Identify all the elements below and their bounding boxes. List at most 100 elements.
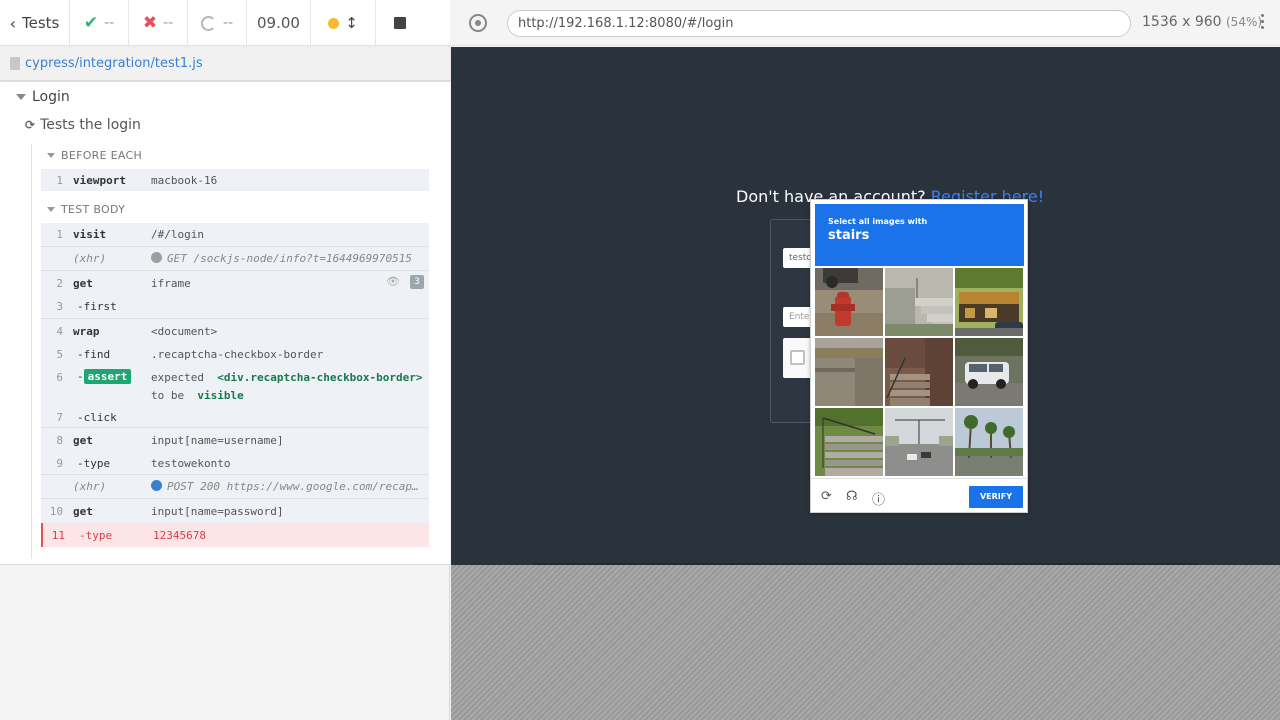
command-message: input[name=password] bbox=[151, 505, 284, 518]
command-number: 9 bbox=[56, 457, 63, 470]
chevron-left-icon: ‹ bbox=[9, 13, 17, 33]
xhr-message: POST 200 https://www.google.com/recap… bbox=[167, 480, 419, 493]
assert-command[interactable]: - assert bbox=[77, 369, 132, 384]
command-name: viewport bbox=[73, 174, 126, 187]
element-count-badge: 3 bbox=[410, 275, 424, 289]
refresh-icon: ⟳ bbox=[25, 118, 36, 132]
command-message: 12345678 bbox=[153, 529, 206, 542]
running-indicator-icon bbox=[328, 17, 340, 29]
assert-text: to be bbox=[151, 389, 185, 402]
x-icon: ✖ bbox=[142, 13, 158, 33]
spec-file-bar: cypress/integration/test1.js bbox=[0, 47, 450, 81]
xhr-pending-icon bbox=[151, 252, 162, 263]
command-number: 3 bbox=[56, 300, 63, 313]
command-name[interactable]: get bbox=[73, 434, 93, 447]
captcha-tile-stairs[interactable] bbox=[815, 408, 883, 476]
tests-back-button[interactable]: ‹ Tests bbox=[0, 0, 70, 46]
auto-scroll-icon[interactable]: ↕ bbox=[345, 14, 358, 32]
caret-down-icon bbox=[47, 207, 55, 212]
challenge-instruction: Select all images with bbox=[828, 217, 928, 226]
xhr-message: GET /sockjs-node/info?t=1644969970515 bbox=[167, 252, 413, 265]
command-group: 4 wrap <document> 5 -find .recaptcha-che… bbox=[41, 319, 429, 428]
recaptcha-checkbox[interactable] bbox=[790, 350, 805, 365]
captcha-tile-road[interactable] bbox=[815, 338, 883, 406]
command-name: -type bbox=[79, 529, 113, 542]
suite-title-row[interactable]: Login bbox=[16, 89, 70, 105]
passed-stat: ✔ -- bbox=[70, 0, 129, 46]
command-row[interactable]: 1 visit /#/login bbox=[41, 223, 429, 247]
test-body-hook-title[interactable]: TEST BODY bbox=[47, 203, 125, 216]
failed-command-row[interactable]: 11 -type 12345678 bbox=[41, 523, 429, 547]
command-number: 6 bbox=[56, 371, 63, 384]
app-under-test-panel: http://192.168.1.12:8080/#/login 1536 x … bbox=[451, 0, 1280, 720]
command-message: macbook-16 bbox=[151, 174, 218, 187]
headphones-icon[interactable]: ☊ bbox=[846, 489, 858, 504]
command-number: 10 bbox=[49, 505, 63, 518]
command-name: visit bbox=[73, 228, 107, 241]
command-name[interactable]: -type bbox=[77, 457, 110, 470]
viewport-zoom: (54%) bbox=[1226, 15, 1263, 29]
command-name[interactable]: -first bbox=[77, 300, 117, 313]
reporter-panel: ‹ Tests ✔ -- ✖ -- -- 09.00 ↕ cypress/int… bbox=[0, 0, 450, 720]
assert-badge: assert bbox=[83, 369, 132, 384]
selector-playground-icon[interactable] bbox=[469, 14, 487, 32]
command-number: 7 bbox=[56, 411, 63, 424]
stop-button[interactable] bbox=[376, 0, 423, 46]
recaptcha-challenge: Select all images with stairs ⟳ ☊ ⓘ VERI… bbox=[810, 199, 1028, 513]
command-number: 4 bbox=[56, 325, 63, 338]
challenge-footer: ⟳ ☊ ⓘ VERIFY bbox=[811, 478, 1027, 513]
challenge-header: Select all images with stairs bbox=[815, 204, 1024, 266]
aut-iframe: Don't have an account? Register here! te… bbox=[451, 47, 1280, 565]
test-title-row[interactable]: ⟳ Tests the login bbox=[25, 117, 141, 133]
command-name[interactable]: -find bbox=[77, 348, 110, 361]
captcha-tile-palm-trees[interactable] bbox=[955, 408, 1023, 476]
xhr-row[interactable]: (xhr) POST 200 https://www.google.com/re… bbox=[41, 475, 429, 499]
run-controls[interactable]: ↕ bbox=[311, 0, 376, 46]
command-message: iframe bbox=[151, 277, 191, 290]
spec-file-link[interactable]: cypress/integration/test1.js bbox=[25, 56, 203, 71]
more-vertical-icon[interactable] bbox=[1261, 14, 1265, 32]
assert-state: visible bbox=[197, 389, 244, 402]
assert-text: expected bbox=[151, 371, 204, 384]
test-title: Tests the login bbox=[40, 117, 141, 133]
file-icon bbox=[10, 57, 20, 70]
command-message: .recaptcha-checkbox-border bbox=[151, 348, 324, 361]
url-display[interactable]: http://192.168.1.12:8080/#/login bbox=[507, 10, 1131, 37]
tests-label: Tests bbox=[22, 14, 60, 32]
command-message: POST 200 https://www.google.com/recap… bbox=[151, 480, 419, 493]
passed-count: -- bbox=[104, 15, 115, 31]
captcha-tile-fire-hydrant[interactable] bbox=[815, 268, 883, 336]
test-indent-line bbox=[31, 144, 32, 559]
suite-title: Login bbox=[32, 89, 70, 105]
captcha-tile-street[interactable] bbox=[885, 408, 953, 476]
viewport-info[interactable]: 1536 x 960 (54%) bbox=[1142, 14, 1262, 30]
command-row[interactable]: 10 get input[name=password] bbox=[41, 499, 429, 523]
command-name[interactable]: get bbox=[73, 277, 93, 290]
duration: 09.00 bbox=[247, 0, 311, 46]
command-group: 2 get iframe 👁 3 3 -first bbox=[41, 271, 429, 319]
caret-down-icon bbox=[16, 94, 26, 100]
command-row[interactable]: 1 viewport macbook-16 bbox=[41, 169, 429, 191]
captcha-tile-suv[interactable] bbox=[955, 338, 1023, 406]
captcha-tile-stairs[interactable] bbox=[885, 268, 953, 336]
reporter-header: ‹ Tests ✔ -- ✖ -- -- 09.00 ↕ bbox=[0, 0, 450, 46]
command-message: /#/login bbox=[151, 228, 204, 241]
command-group: 8 get input[name=username] 9 -type testo… bbox=[41, 428, 429, 475]
captcha-tile-stairs[interactable] bbox=[885, 338, 953, 406]
command-number: 8 bbox=[56, 434, 63, 447]
info-icon[interactable]: ⓘ bbox=[872, 489, 885, 508]
captcha-tile-storefront[interactable] bbox=[955, 268, 1023, 336]
command-number: 2 bbox=[56, 277, 63, 290]
verify-button[interactable]: VERIFY bbox=[969, 486, 1023, 508]
xhr-success-icon bbox=[151, 480, 162, 491]
runnables: Login ⟳ Tests the login BEFORE EACH 1 vi… bbox=[0, 82, 450, 565]
command-name[interactable]: -click bbox=[77, 411, 117, 424]
reload-icon[interactable]: ⟳ bbox=[821, 489, 832, 504]
failed-count: -- bbox=[163, 15, 174, 31]
aut-header: http://192.168.1.12:8080/#/login 1536 x … bbox=[451, 0, 1280, 46]
command-name[interactable]: wrap bbox=[73, 325, 100, 338]
command-number: 1 bbox=[56, 174, 63, 187]
command-message: testowekonto bbox=[151, 457, 231, 470]
xhr-row[interactable]: (xhr) GET /sockjs-node/info?t=1644969970… bbox=[41, 247, 429, 271]
before-each-hook-title[interactable]: BEFORE EACH bbox=[47, 149, 142, 162]
